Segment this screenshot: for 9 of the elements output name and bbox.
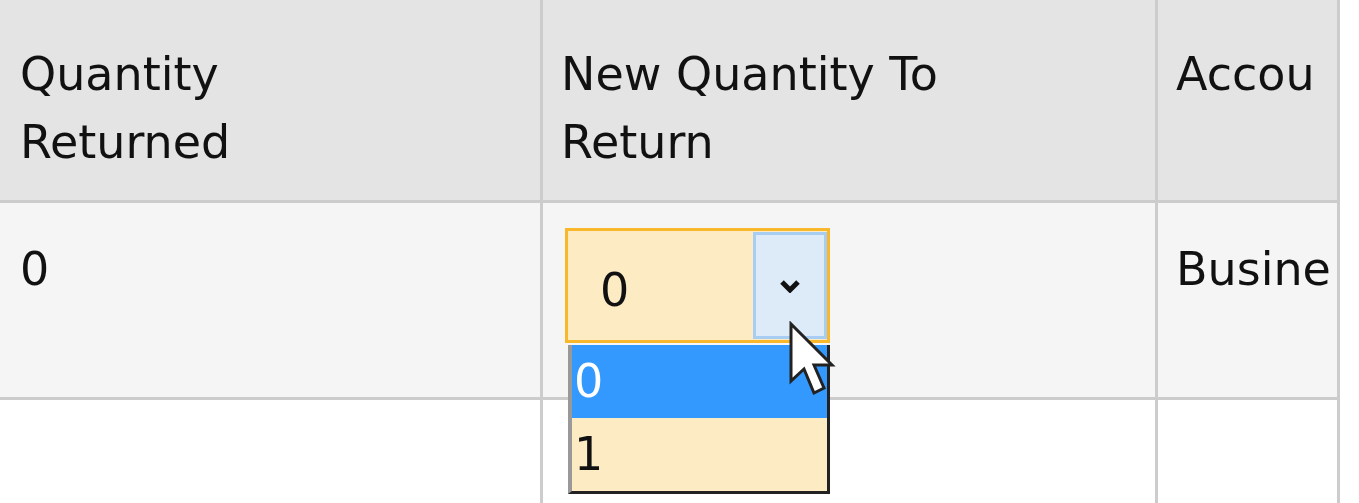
dropdown-option[interactable]: 1 [572, 418, 827, 491]
column-header: Accou [1176, 46, 1315, 103]
quantity-dropdown[interactable]: 0 [565, 228, 830, 343]
chevron-down-icon [779, 278, 801, 293]
table-cell: Busine [1176, 242, 1331, 296]
table-cell: 0 [20, 242, 50, 296]
column-header: Quantity Returned [20, 46, 232, 171]
dropdown-button[interactable] [753, 232, 827, 339]
column-header: New Quantity To Return [561, 46, 939, 171]
